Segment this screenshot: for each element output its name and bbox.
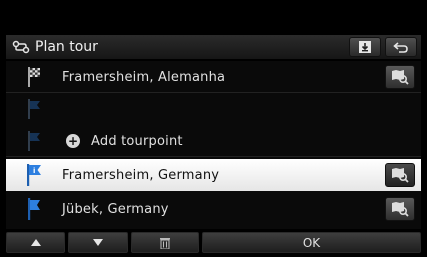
add-tourpoint[interactable]: + Add tourpoint <box>62 134 183 149</box>
list-item-label: Jübek, Germany <box>62 201 169 217</box>
checkered-flag-icon <box>6 61 62 93</box>
blue-flag-icon <box>6 193 62 225</box>
blue-flag-icon <box>6 125 62 157</box>
list-item[interactable]: Jübek, Germany <box>6 193 421 225</box>
map-search-icon <box>392 202 409 217</box>
add-tourpoint-row[interactable]: + Add tourpoint <box>6 125 421 157</box>
map-search-button[interactable] <box>385 65 415 89</box>
list-item-label: Framersheim, Alemanha <box>62 69 226 85</box>
route-icon <box>12 40 30 54</box>
add-tourpoint-label: Add tourpoint <box>91 133 183 149</box>
list-item[interactable]: Framersheim, Alemanha <box>6 61 421 93</box>
map-search-icon <box>392 168 409 183</box>
blue-flag-icon <box>6 93 62 125</box>
trash-icon <box>160 237 170 249</box>
list-item-selected[interactable]: i Framersheim, Germany <box>6 159 421 191</box>
row-divider <box>6 156 421 157</box>
title-wrap: Plan tour <box>6 39 349 55</box>
move-down-button[interactable] <box>68 232 128 253</box>
svg-text:i: i <box>33 167 35 175</box>
triangle-up-icon <box>30 239 41 246</box>
download-button[interactable] <box>349 37 381 57</box>
list-item[interactable] <box>6 93 421 125</box>
tour-list: Framersheim, Alemanha + Add tourpoint i … <box>6 61 421 229</box>
map-search-button[interactable] <box>385 163 415 187</box>
bottom-toolbar: OK <box>6 232 421 253</box>
move-up-button[interactable] <box>6 232 65 253</box>
screen: Plan tour Framersheim, Alemanha + Add to… <box>0 0 427 257</box>
header-bar: Plan tour <box>6 35 421 59</box>
back-arrow-icon <box>393 42 408 53</box>
page-title: Plan tour <box>35 39 98 55</box>
list-item-label: Framersheim, Germany <box>62 167 220 183</box>
map-search-icon <box>392 70 409 85</box>
plus-circle-icon: + <box>66 134 80 148</box>
ok-button-label: OK <box>302 235 321 250</box>
triangle-down-icon <box>93 239 103 246</box>
delete-button[interactable] <box>131 232 199 253</box>
download-icon <box>359 41 371 53</box>
ok-button[interactable]: OK <box>202 232 421 253</box>
back-button[interactable] <box>385 37 417 57</box>
map-search-button[interactable] <box>385 197 415 221</box>
blue-flag-icon: i <box>6 159 62 191</box>
